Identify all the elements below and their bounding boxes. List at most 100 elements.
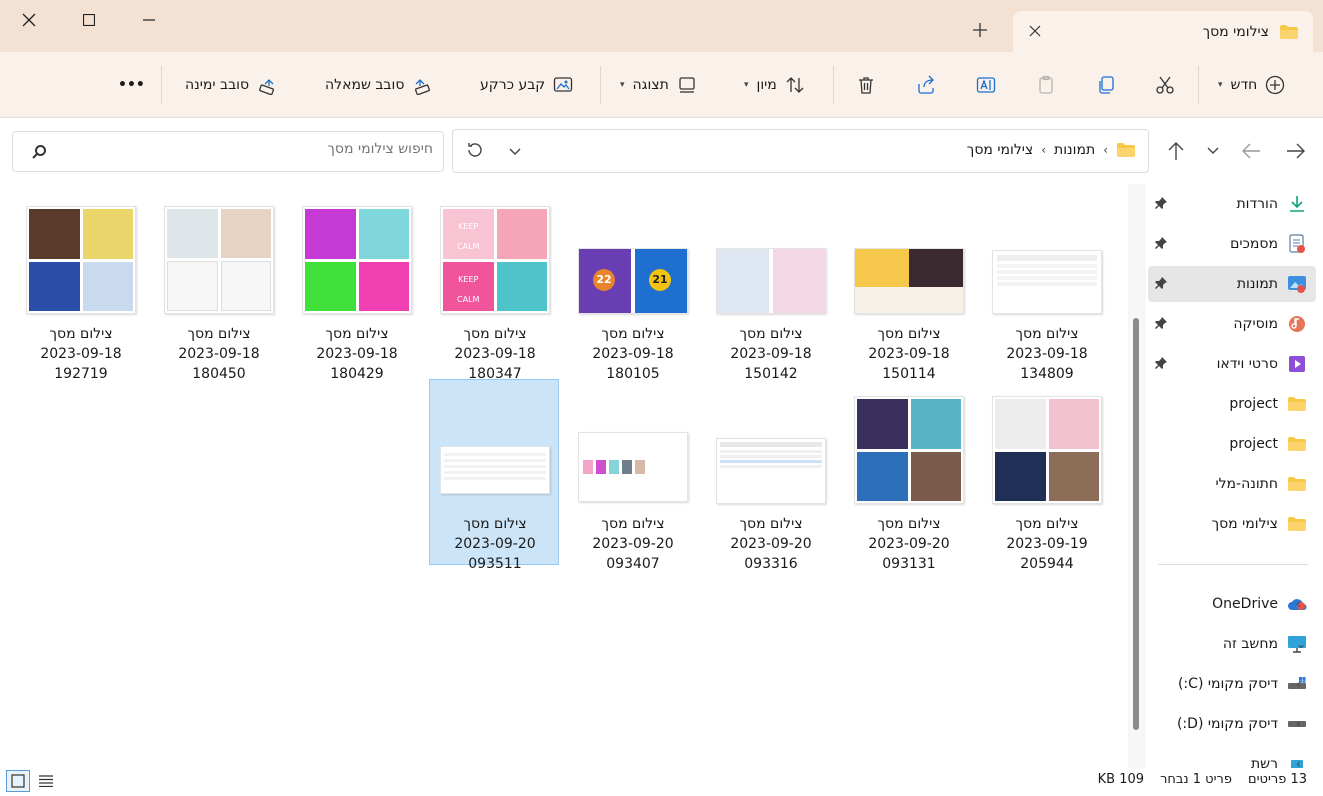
maximize-icon [83, 14, 95, 26]
file-item[interactable]: צילום מסך 2023-09-18 150114 [844, 190, 974, 382]
view-button[interactable]: תצוגה ▾ [620, 68, 697, 102]
file-item[interactable]: צילום מסך 2023-09-19 205944 [982, 380, 1112, 572]
arrow-left-icon [1242, 143, 1260, 159]
file-item[interactable]: 22 21 צילום מסך 2023-09-18 180105 [568, 190, 698, 382]
tab-label: צילומי מסך [1202, 23, 1269, 40]
file-item[interactable]: צילום מסך 2023-09-18 150142 [706, 190, 836, 382]
sidebar-item-label: project [1229, 396, 1278, 412]
expand-chevron-icon[interactable]: › [1296, 757, 1301, 768]
expand-chevron-icon[interactable]: ⌄ [1296, 637, 1306, 651]
sidebar-item-7[interactable]: project [1148, 426, 1316, 462]
file-name-line: 2023-09-18 [178, 346, 260, 362]
new-tab-button[interactable] [966, 16, 994, 44]
file-name: צילום מסך 2023-09-20 093131 [844, 514, 974, 574]
expand-chevron-icon[interactable]: › [1296, 597, 1301, 611]
sidebar-item-6[interactable]: project [1148, 386, 1316, 422]
close-window-button[interactable] [0, 0, 58, 40]
large-icons-view-button[interactable] [6, 770, 30, 792]
file-item[interactable]: צילום מסך 2023-09-20 093131 [844, 380, 974, 572]
pin-icon[interactable] [1154, 236, 1168, 250]
close-tab-button[interactable] [1029, 22, 1041, 41]
copy-button[interactable] [1096, 68, 1116, 102]
view-icon [679, 77, 695, 93]
recent-locations-button[interactable] [1198, 136, 1228, 166]
set-background-label: קבע כרקע [480, 77, 546, 93]
breadcrumb-pictures[interactable]: תמונות [1054, 142, 1095, 158]
sidebar-item-onedrive[interactable]: OneDrive › [1148, 586, 1316, 622]
more-options-button[interactable]: ••• [118, 68, 145, 102]
sidebar-item-2[interactable]: מסמכים [1148, 226, 1316, 262]
sidebar-item-8[interactable]: חתונה-מלי [1148, 466, 1316, 502]
sort-button[interactable]: מיון ▾ [744, 68, 805, 102]
chevron-left-icon[interactable]: › [1041, 143, 1046, 157]
sort-label: מיון [756, 77, 777, 93]
sidebar-item-1[interactable]: הורדות [1148, 186, 1316, 222]
delete-button[interactable] [856, 68, 876, 102]
file-name-line: צילום מסך [187, 326, 251, 342]
expand-chevron-icon[interactable]: › [1296, 677, 1301, 691]
share-button[interactable] [916, 68, 936, 102]
pin-icon[interactable] [1154, 356, 1168, 370]
scrollbar-thumb[interactable] [1133, 318, 1139, 730]
set-background-button[interactable]: קבע כרקע [480, 68, 573, 102]
pin-icon[interactable] [1154, 316, 1168, 330]
file-name-line: 180429 [330, 366, 384, 382]
up-button[interactable] [1161, 136, 1191, 166]
minimize-window-button[interactable] [120, 0, 178, 40]
sidebar-item-network[interactable]: רשת › [1148, 746, 1316, 768]
rotate-right-icon [259, 79, 275, 95]
sidebar-item-drive-c[interactable]: דיסק מקומי (C:) › [1148, 666, 1316, 702]
refresh-button[interactable] [465, 140, 485, 164]
back-button[interactable] [1281, 136, 1311, 166]
sidebar-item-label: רשת [1250, 756, 1278, 768]
file-item[interactable]: צילום מסך 2023-09-18 180429 [292, 190, 422, 382]
tab-screenshots[interactable]: צילומי מסך [1013, 11, 1313, 52]
file-name-line: צילום מסך [325, 326, 389, 342]
chevron-left-icon[interactable]: › [1103, 143, 1108, 157]
sidebar-item-this-pc[interactable]: מחשב זה ⌄ [1148, 626, 1316, 662]
address-history-button[interactable] [509, 144, 521, 160]
file-name-line: צילום מסך [49, 326, 113, 342]
sidebar-item-label: מחשב זה [1222, 636, 1278, 652]
status-info: 13 פריטים פריט 1 נבחר 109 KB [1098, 772, 1307, 787]
file-name-line: 093131 [882, 556, 936, 572]
file-item[interactable]: צילום מסך 2023-09-20 093316 [706, 380, 836, 572]
search-box[interactable] [12, 131, 444, 172]
file-thumbnail [302, 206, 412, 314]
pin-icon[interactable] [1154, 196, 1168, 210]
forward-button[interactable] [1236, 136, 1266, 166]
file-item[interactable]: צילום מסך 2023-09-20 093407 [568, 380, 698, 572]
pin-icon[interactable] [1154, 276, 1168, 290]
sidebar-item-3[interactable]: תמונות [1148, 266, 1316, 302]
cut-button[interactable] [1155, 68, 1175, 102]
file-thumbnail [992, 250, 1102, 314]
sidebar-item-5[interactable]: סרטי וידאו [1148, 346, 1316, 382]
file-item[interactable]: צילום מסך 2023-09-20 093511 [429, 379, 559, 572]
file-item[interactable]: KEEP CALM KEEP CALM צילום מסך 2023-09-18 18034… [430, 190, 560, 382]
rotate-left-button[interactable]: סובב שמאלה [325, 68, 432, 102]
pictures-icon [1286, 273, 1308, 295]
file-item[interactable]: צילום מסך 2023-09-18 134809 [982, 190, 1112, 382]
chevron-down-icon: ▾ [744, 80, 749, 90]
file-item[interactable]: צילום מסך 2023-09-18 180450 [154, 190, 284, 382]
sidebar-item-drive-d[interactable]: דיסק מקומי (D:) › [1148, 706, 1316, 742]
search-input[interactable] [53, 141, 433, 157]
file-name: צילום מסך 2023-09-18 180450 [154, 324, 284, 384]
selected-size: 109 KB [1097, 772, 1145, 787]
rotate-right-button[interactable]: סובב ימינה [185, 68, 277, 102]
details-view-button[interactable] [34, 770, 58, 792]
maximize-window-button[interactable] [60, 0, 118, 40]
new-button[interactable]: חדש ▾ [1218, 68, 1285, 102]
file-name-line: 2023-09-18 [454, 346, 536, 362]
file-thumbnail [440, 446, 550, 494]
paste-button[interactable] [1036, 68, 1056, 102]
sidebar-item-4[interactable]: מוסיקה [1148, 306, 1316, 342]
address-bar[interactable]: › תמונות › צילומי מסך [452, 129, 1149, 173]
divider [600, 66, 601, 104]
breadcrumb-screenshots[interactable]: צילומי מסך [967, 142, 1033, 158]
expand-chevron-icon[interactable]: › [1296, 717, 1301, 731]
sidebar-item-label: מסמכים [1230, 236, 1278, 252]
rename-button[interactable] [976, 68, 996, 102]
file-item[interactable]: צילום מסך 2023-09-18 192719 [16, 190, 146, 382]
sidebar-item-9[interactable]: צילומי מסך [1148, 506, 1316, 542]
